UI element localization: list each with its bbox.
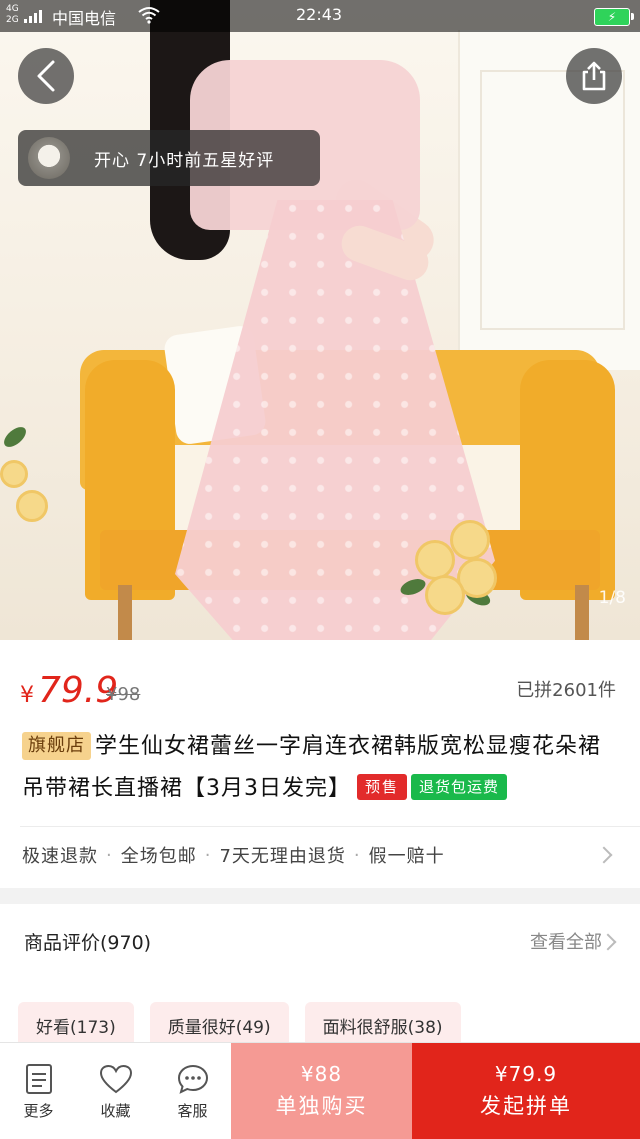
service-item: 全场包邮: [120, 846, 197, 867]
sold-count: 已拼2601件: [516, 680, 616, 701]
presale-tag: 预售: [357, 774, 408, 800]
product-title-text: 学生仙女裙蕾丝一字肩连衣裙韩版宽松显瘦花朵裙吊带裙长直播裙【3月3日发完】: [22, 734, 602, 801]
service-guarantees[interactable]: 极速退款 · 全场包邮 · 7天无理由退货 · 假一赔十: [22, 842, 622, 868]
current-price: ¥ 79.9: [20, 670, 118, 711]
favorite-label: 收藏: [100, 1101, 131, 1120]
buy-alone-button[interactable]: ¥88 单独购买: [231, 1043, 412, 1139]
review-toast[interactable]: 开心 7小时前五星好评: [18, 130, 320, 186]
wifi-icon: [138, 7, 160, 24]
document-icon: [25, 1063, 52, 1094]
chevron-left-icon: [37, 60, 55, 92]
chevron-right-icon: [599, 933, 617, 951]
product-info-card: ¥ 79.9 ¥98 已拼2601件 旗舰店 学生仙女裙蕾丝一字肩连衣裙韩版宽松显…: [0, 640, 640, 888]
service-item: 极速退款: [22, 846, 98, 867]
single-price: ¥88: [300, 1062, 343, 1086]
product-image[interactable]: 开心 7小时前五星好评 1/8: [0, 0, 640, 640]
single-label: 单独购买: [275, 1094, 368, 1118]
original-price: ¥98: [106, 684, 141, 705]
bottom-action-bar: 更多 收藏 客服 ¥88 单独购买 ¥79.9 发起拼单: [0, 1042, 640, 1139]
product-title: 旗舰店 学生仙女裙蕾丝一字肩连衣裙韩版宽松显瘦花朵裙吊带裙长直播裙【3月3日发完】…: [22, 726, 622, 810]
signal-icon: [24, 9, 42, 23]
clock: 22:43: [296, 5, 343, 24]
favorite-button[interactable]: 收藏: [77, 1043, 154, 1139]
service-item: 7天无理由退货: [219, 846, 346, 867]
reviews-title: 商品评价(970): [24, 932, 152, 954]
service-item: 假一赔十: [368, 846, 445, 867]
charging-battery-icon: ⚡: [594, 8, 634, 26]
back-button[interactable]: [18, 48, 74, 104]
return-shipping-tag: 退货包运费: [411, 774, 508, 800]
status-bar: 4G 2G 中国电信 22:43 ⚡: [0, 0, 640, 32]
customer-service-label: 客服: [177, 1101, 208, 1120]
share-button[interactable]: [566, 48, 622, 104]
flower-vase: [395, 520, 505, 640]
chat-bubble-icon: [177, 1064, 208, 1094]
avatar: [28, 137, 70, 179]
group-label: 发起拼单: [480, 1094, 572, 1118]
start-group-buy-button[interactable]: ¥79.9 发起拼单: [412, 1043, 640, 1139]
review-toast-text: 开心 7小时前五星好评: [94, 150, 275, 171]
heart-icon: [99, 1064, 132, 1093]
currency-symbol: ¥: [20, 683, 34, 708]
store-badge: 旗舰店: [22, 732, 91, 760]
image-counter: 1/8: [598, 588, 626, 608]
group-price: ¥79.9: [494, 1062, 558, 1086]
share-icon: [582, 61, 606, 91]
see-all-reviews-link[interactable]: 查看全部: [530, 928, 602, 954]
carrier: 中国电信: [52, 9, 117, 28]
customer-service-button[interactable]: 客服: [154, 1043, 231, 1139]
more-label: 更多: [23, 1101, 54, 1120]
chevron-right-icon: [595, 846, 613, 864]
network-type: 4G 2G: [6, 4, 19, 25]
more-button[interactable]: 更多: [0, 1043, 77, 1139]
